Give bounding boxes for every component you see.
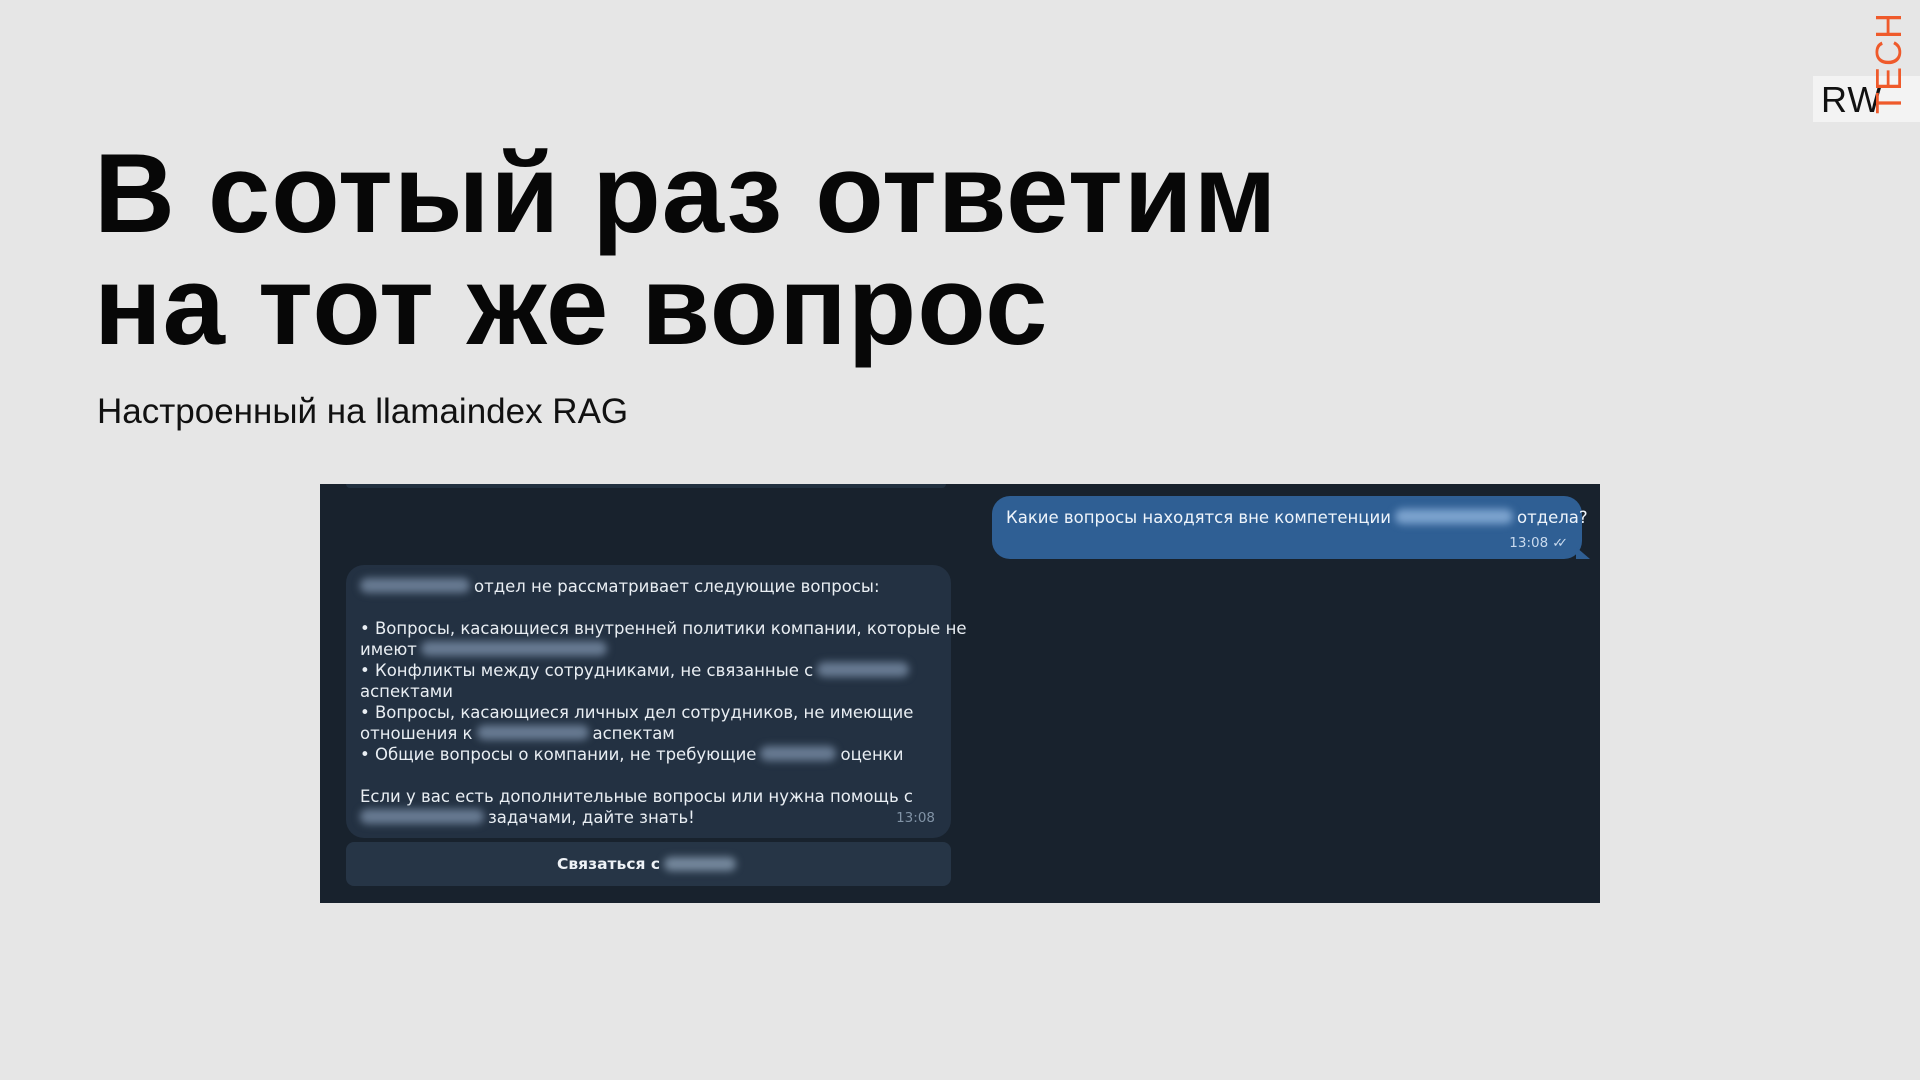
message-line: Если у вас есть дополнительные вопросы и…: [360, 786, 937, 807]
message-text: Если у вас есть дополнительные вопросы и…: [360, 787, 913, 806]
message-text: оценки: [840, 745, 904, 764]
outgoing-text-before: Какие вопросы находятся вне компетенции: [1006, 508, 1391, 527]
slide-subtitle: Настроенный на llamaindex RAG: [97, 392, 629, 431]
rwtech-logo: RW TECH: [1813, 0, 1920, 123]
logo-tech-text: TECH: [1868, 12, 1909, 114]
slide-title-line-2: на тот же вопрос: [94, 243, 1049, 368]
outgoing-message-time: 13:08: [1509, 535, 1549, 551]
outgoing-message-text: Какие вопросы находятся вне компетенции о…: [1006, 508, 1588, 528]
message-text: • Вопросы, касающиеся внутренней политик…: [360, 619, 967, 638]
message-line: аспектами: [360, 681, 937, 702]
redacted-text: [476, 725, 589, 740]
redacted-text: [1394, 509, 1513, 524]
message-line: • Общие вопросы о компании, не требующие…: [360, 744, 937, 765]
outgoing-message-bubble[interactable]: Какие вопросы находятся вне компетенции о…: [992, 496, 1590, 559]
slide-title: В сотый раз ответим на тот же вопрос: [94, 138, 1277, 362]
message-text: • Вопросы, касающиеся личных дел сотрудн…: [360, 703, 914, 722]
outgoing-text-after: отдела?: [1516, 508, 1588, 527]
message-text: отдел не рассматривает следующие вопросы…: [474, 577, 880, 596]
redacted-text: [664, 857, 737, 871]
slide-title-line-1: В сотый раз ответим: [94, 131, 1278, 256]
outgoing-message-meta: 13:08 ✓✓: [1509, 535, 1568, 551]
redacted-text: [360, 578, 470, 593]
previous-message-edge: [346, 484, 946, 488]
message-text: аспектам: [592, 724, 675, 743]
message-text: отношения к: [360, 724, 473, 743]
redacted-text: [817, 662, 910, 677]
redacted-text: [360, 809, 484, 824]
message-text: аспектами: [360, 682, 453, 701]
message-text: имеют: [360, 640, 417, 659]
contact-button-label: Связаться с: [556, 855, 661, 873]
incoming-message-bubble[interactable]: отдел не рассматривает следующие вопросы…: [346, 565, 967, 838]
redacted-text: [760, 746, 837, 761]
double-check-icon: ✓✓: [1552, 536, 1568, 551]
message-text: задачами, дайте знать!: [488, 808, 695, 827]
chat-screenshot: Какие вопросы находятся вне компетенции о…: [320, 484, 1600, 903]
message-text: • Общие вопросы о компании, не требующие: [360, 745, 757, 764]
message-line: • Вопросы, касающиеся внутренней политик…: [360, 618, 967, 639]
incoming-message-time: 13:08: [896, 810, 935, 826]
message-line: задачами, дайте знать!: [360, 807, 937, 828]
message-line: • Конфликты между сотрудниками, не связа…: [360, 660, 937, 681]
message-line: отношения к аспектам: [360, 723, 937, 744]
message-text: • Конфликты между сотрудниками, не связа…: [360, 661, 814, 680]
contact-button[interactable]: Связаться с: [346, 842, 951, 886]
message-line: имеют: [360, 639, 937, 660]
message-line: • Вопросы, касающиеся личных дел сотрудн…: [360, 702, 937, 723]
redacted-text: [420, 641, 607, 656]
message-line: отдел не рассматривает следующие вопросы…: [360, 576, 937, 597]
